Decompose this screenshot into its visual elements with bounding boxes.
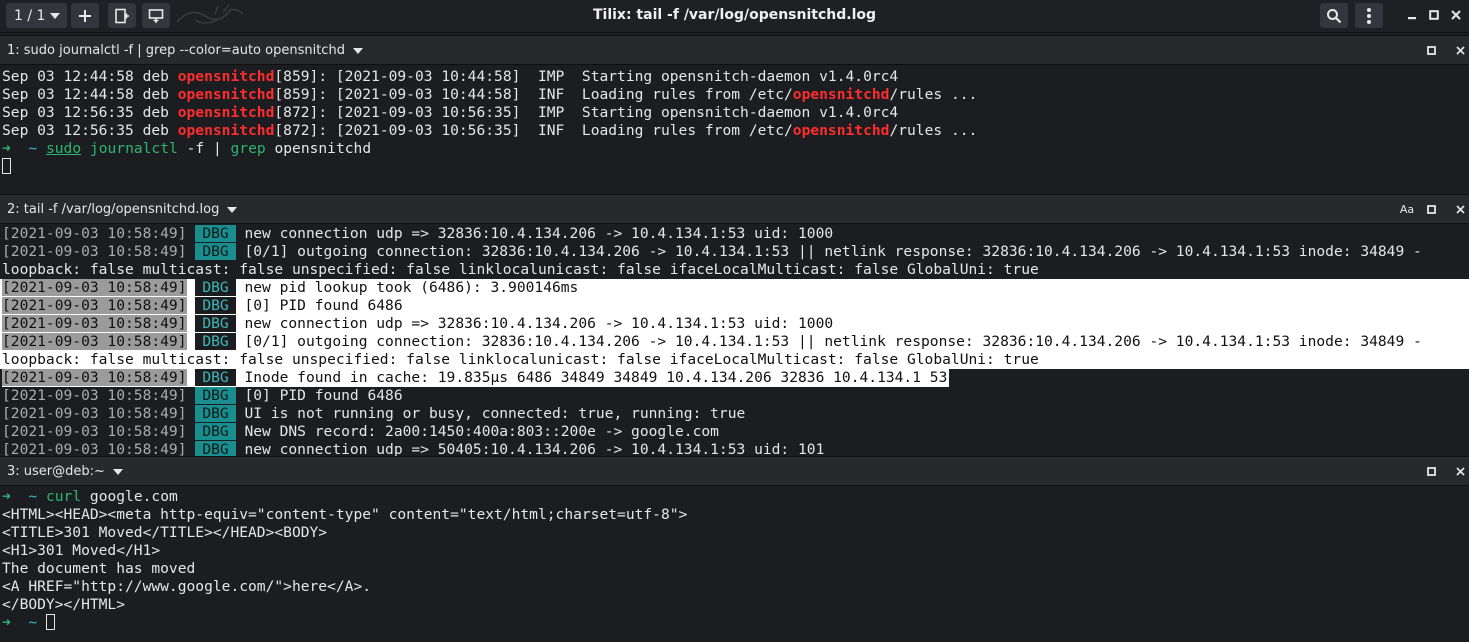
pane-title-menu[interactable]: 2: tail -f /var/log/opensnitchd.log bbox=[7, 195, 238, 224]
maximize-pane-button[interactable] bbox=[1421, 36, 1441, 65]
output-line: </BODY></HTML> bbox=[2, 596, 126, 613]
text-read-only-button[interactable]: Aa bbox=[1397, 195, 1417, 224]
text-icon: Aa bbox=[1399, 203, 1415, 216]
log-line-wrap: loopback: false multicast: false unspeci… bbox=[2, 261, 1039, 278]
chevron-down-icon bbox=[227, 206, 238, 213]
maximize-icon bbox=[1426, 467, 1436, 476]
log-line-selected: [2021-09-03 10:58:49] DBG [0] PID found … bbox=[0, 297, 1469, 315]
text-cursor bbox=[2, 158, 11, 174]
pane-title-menu[interactable]: 3: user@deb:~ bbox=[7, 457, 123, 486]
pane-title: 1: sudo journalctl -f | grep --color=aut… bbox=[7, 43, 345, 58]
log-line-selected: [2021-09-03 10:58:49] DBG new connection… bbox=[0, 315, 1469, 333]
session-selector[interactable]: 1 / 1 bbox=[6, 3, 67, 28]
minimize-button[interactable] bbox=[1401, 0, 1423, 30]
close-pane-button[interactable] bbox=[1450, 457, 1469, 486]
split-right-button[interactable] bbox=[108, 3, 136, 28]
log-level-badge: DBG bbox=[195, 405, 236, 422]
chevron-down-icon bbox=[50, 13, 60, 19]
text-cursor bbox=[45, 614, 55, 630]
pane-header: 1: sudo journalctl -f | grep --color=aut… bbox=[0, 35, 1469, 65]
terminal-pane-3: 3: user@deb:~ ➜ ~ curl google.com <HTML>… bbox=[0, 456, 1469, 642]
close-icon bbox=[1455, 46, 1465, 55]
tilix-window: 1 / 1 Tilix: tail -f /var/log/opensnitch… bbox=[0, 0, 1469, 642]
title-bar: 1 / 1 Tilix: tail -f /var/log/opensnitch… bbox=[0, 0, 1469, 33]
close-icon bbox=[1455, 467, 1465, 476]
prompt-arrow-icon: ➜ bbox=[2, 488, 11, 505]
log-line-selected: [2021-09-03 10:58:49] DBG new pid lookup… bbox=[0, 279, 1469, 297]
log-line: Sep 03 12:56:35 deb opensnitchd[872]: [2… bbox=[2, 122, 978, 139]
terminal-output[interactable]: ➜ ~ curl google.com <HTML><HEAD><meta ht… bbox=[0, 488, 1469, 642]
log-level-badge: DBG bbox=[195, 315, 236, 332]
log-level-badge: DBG bbox=[195, 279, 236, 296]
log-level-badge: DBG bbox=[195, 441, 236, 456]
pane-header: 3: user@deb:~ bbox=[0, 456, 1469, 486]
dragon-watermark-icon bbox=[176, 4, 244, 24]
maximize-icon bbox=[1426, 205, 1436, 214]
close-icon bbox=[1455, 205, 1465, 214]
plus-icon bbox=[79, 9, 91, 22]
menu-button[interactable] bbox=[1355, 3, 1383, 28]
pane-title: 3: user@deb:~ bbox=[7, 464, 105, 479]
maximize-pane-button[interactable] bbox=[1421, 195, 1441, 224]
log-line-selected: [2021-09-03 10:58:49] DBG Inode found in… bbox=[2, 369, 950, 387]
pane-title: 2: tail -f /var/log/opensnitchd.log bbox=[7, 202, 220, 217]
log-line: Sep 03 12:44:58 deb opensnitchd[859]: [2… bbox=[2, 68, 899, 85]
output-line: <TITLE>301 Moved</TITLE></HEAD><BODY> bbox=[2, 524, 328, 541]
log-level-badge: DBG bbox=[195, 423, 236, 440]
split-down-icon bbox=[148, 8, 164, 23]
log-line: [2021-09-03 10:58:49] DBG [0] PID found … bbox=[2, 387, 403, 404]
terminal-output[interactable]: Sep 03 12:44:58 deb opensnitchd[859]: [2… bbox=[0, 68, 1469, 194]
maximize-icon bbox=[1429, 10, 1439, 20]
kebab-menu-icon bbox=[1367, 7, 1371, 24]
log-line: [2021-09-03 10:58:49] DBG new connection… bbox=[2, 225, 834, 242]
log-line: Sep 03 12:44:58 deb opensnitchd[859]: [2… bbox=[2, 86, 978, 103]
prompt-line: ➜ ~ curl google.com bbox=[2, 488, 178, 505]
terminal-pane-2: 2: tail -f /var/log/opensnitchd.log Aa [… bbox=[0, 194, 1469, 456]
log-level-badge: DBG bbox=[195, 387, 236, 404]
split-right-icon bbox=[115, 8, 129, 23]
close-pane-button[interactable] bbox=[1450, 36, 1469, 65]
maximize-pane-button[interactable] bbox=[1421, 457, 1441, 486]
close-button[interactable] bbox=[1445, 0, 1467, 30]
chevron-down-icon bbox=[352, 47, 363, 54]
log-level-badge: DBG bbox=[195, 225, 236, 242]
output-line: <A HREF="http://www.google.com/">here</A… bbox=[2, 578, 372, 595]
chevron-down-icon bbox=[112, 468, 123, 475]
session-label: 1 / 1 bbox=[14, 7, 46, 24]
terminal-pane-1: 1: sudo journalctl -f | grep --color=aut… bbox=[0, 35, 1469, 194]
maximize-icon bbox=[1426, 46, 1436, 55]
split-down-button[interactable] bbox=[142, 3, 170, 28]
output-line: <HTML><HEAD><meta http-equiv="content-ty… bbox=[2, 506, 688, 523]
prompt-line: ➜ ~ bbox=[0, 614, 1469, 632]
log-line: [2021-09-03 10:58:49] DBG new connection… bbox=[2, 441, 825, 456]
log-line: [2021-09-03 10:58:49] DBG [0/1] outgoing… bbox=[2, 243, 1422, 260]
log-level-badge: DBG bbox=[195, 333, 236, 350]
close-icon bbox=[1451, 10, 1461, 20]
add-terminal-button[interactable] bbox=[71, 3, 99, 28]
log-level-badge: DBG bbox=[195, 369, 236, 386]
log-line: Sep 03 12:56:35 deb opensnitchd[872]: [2… bbox=[2, 104, 899, 121]
prompt-line: ➜ ~ sudo journalctl -f | grep opensnitch… bbox=[2, 140, 372, 157]
log-line-selected-wrap: loopback: false multicast: false unspeci… bbox=[0, 351, 1469, 369]
pane-title-menu[interactable]: 1: sudo journalctl -f | grep --color=aut… bbox=[7, 36, 363, 65]
terminal-output[interactable]: [2021-09-03 10:58:49] DBG new connection… bbox=[0, 225, 1469, 456]
log-line: [2021-09-03 10:58:49] DBG New DNS record… bbox=[2, 423, 719, 440]
log-line-selected: [2021-09-03 10:58:49] DBG [0/1] outgoing… bbox=[0, 333, 1469, 351]
pane-header: 2: tail -f /var/log/opensnitchd.log Aa bbox=[0, 194, 1469, 224]
log-level-badge: DBG bbox=[195, 297, 236, 314]
minimize-icon bbox=[1408, 17, 1416, 20]
search-button[interactable] bbox=[1320, 3, 1348, 28]
prompt-arrow-icon: ➜ bbox=[2, 614, 11, 631]
log-line: [2021-09-03 10:58:49] DBG UI is not runn… bbox=[2, 405, 746, 422]
output-line: <H1>301 Moved</H1> bbox=[2, 542, 161, 559]
search-icon bbox=[1327, 8, 1342, 23]
maximize-button[interactable] bbox=[1423, 0, 1445, 30]
log-level-badge: DBG bbox=[195, 243, 236, 260]
output-line: The document has moved bbox=[2, 560, 196, 577]
cursor-line bbox=[0, 158, 1469, 176]
prompt-arrow-icon: ➜ bbox=[2, 140, 11, 157]
close-pane-button[interactable] bbox=[1450, 195, 1469, 224]
